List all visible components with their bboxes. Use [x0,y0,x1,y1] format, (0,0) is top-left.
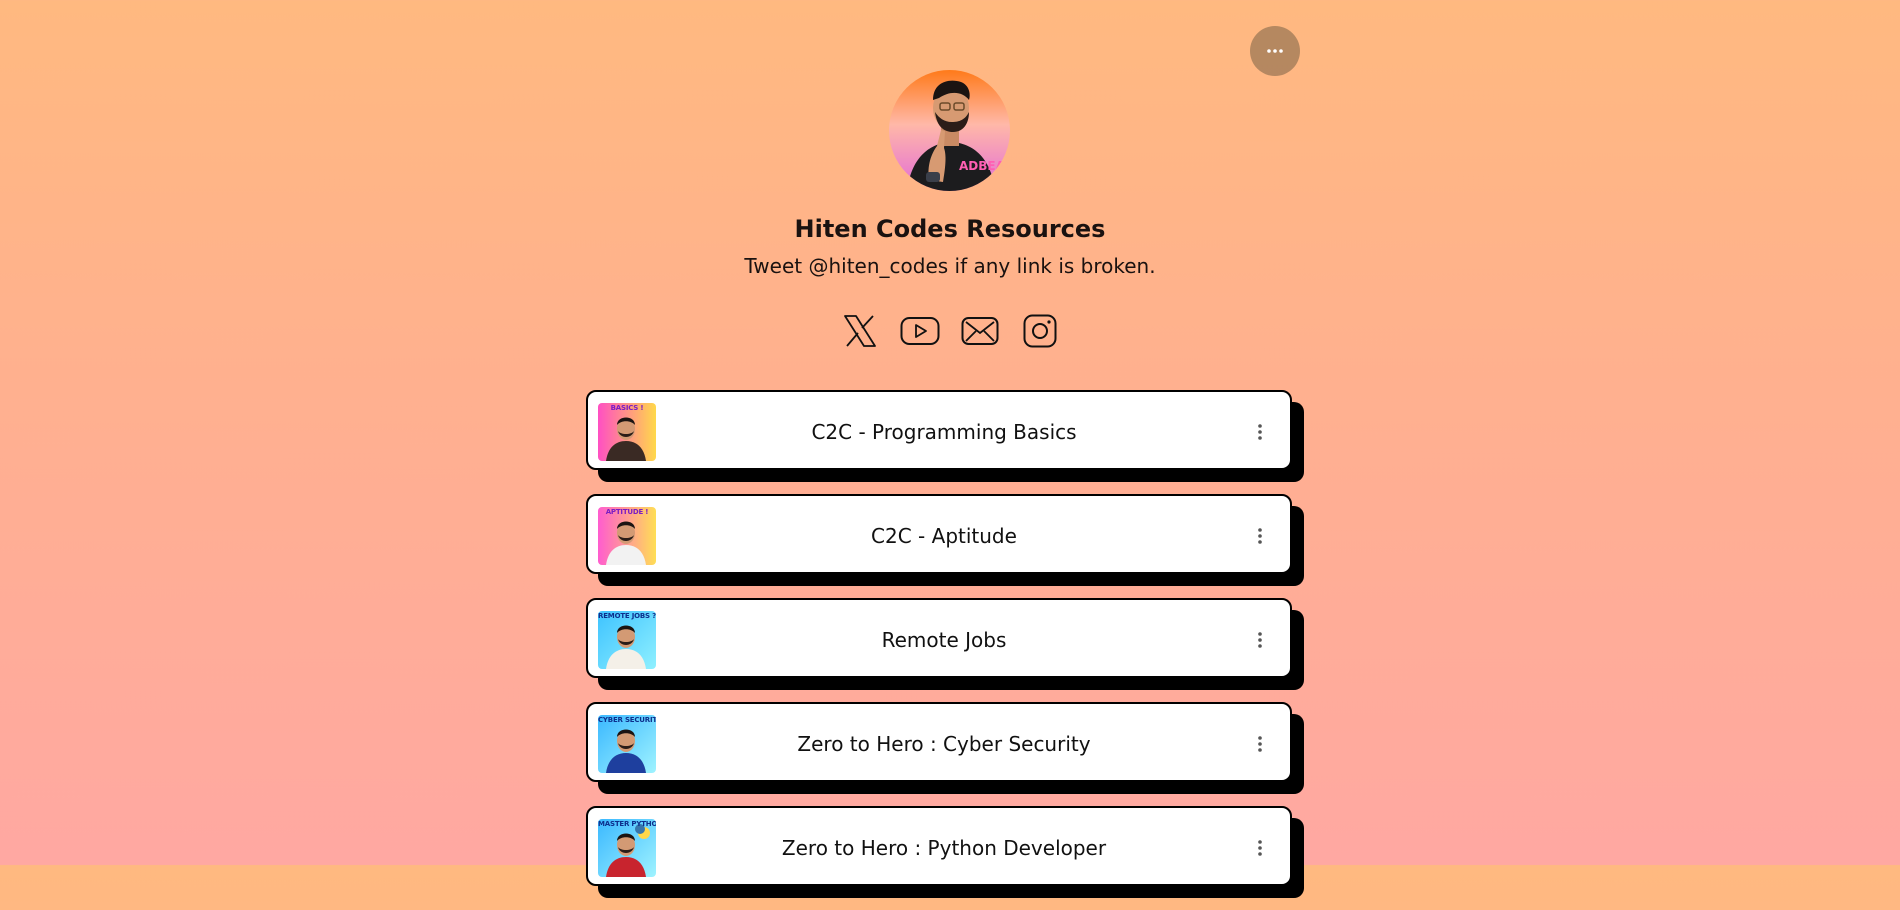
link-options-button[interactable] [1250,524,1270,548]
more-vertical-icon [1258,424,1262,440]
link-button[interactable]: BASICS ! C2C - Programming Basics [586,390,1292,470]
profile-bio: Tweet @hiten_codes if any link is broken… [744,254,1156,278]
link-label: Remote Jobs [881,628,1007,652]
link-thumbnail: MASTER PYTHON ! [598,819,656,877]
link-label: C2C - Programming Basics [811,420,1077,444]
more-horizontal-icon [1267,49,1283,53]
link-label: Zero to Hero : Cyber Security [797,732,1091,756]
more-vertical-icon [1258,840,1262,856]
link-thumbnail: REMOTE JOBS ? [598,611,656,669]
link-card[interactable]: CYBER SECURITY ! Zero to Hero : Cyber Se… [586,702,1304,794]
thumbnail-caption: BASICS ! [610,404,644,412]
x-twitter-icon [844,315,876,347]
link-label: C2C - Aptitude [871,524,1017,548]
thumbnail-caption: MASTER PYTHON ! [598,820,656,828]
youtube-link[interactable] [900,311,940,351]
svg-text:ADBEA: ADBEA [959,159,1006,173]
link-options-button[interactable] [1250,628,1270,652]
social-icons [840,311,1060,351]
link-card[interactable]: REMOTE JOBS ? Remote Jobs [586,598,1304,690]
email-link[interactable] [960,311,1000,351]
link-options-button[interactable] [1250,420,1270,444]
thumbnail-caption: CYBER SECURITY ! [598,716,656,724]
email-icon [961,317,999,345]
link-options-button[interactable] [1250,732,1270,756]
more-vertical-icon [1258,528,1262,544]
link-card[interactable]: APTITUDE ! C2C - Aptitude [586,494,1304,586]
x-twitter-link[interactable] [840,311,880,351]
thumbnail-caption: REMOTE JOBS ? [598,612,656,620]
youtube-icon [900,317,940,345]
profile-title: Hiten Codes Resources [794,215,1106,243]
link-button[interactable]: CYBER SECURITY ! Zero to Hero : Cyber Se… [586,702,1292,782]
instagram-icon [1023,314,1057,348]
instagram-link[interactable] [1020,311,1060,351]
link-list: BASICS ! C2C - Programming Basics APTITU… [586,390,1306,910]
avatar: ADBEA [889,70,1010,191]
link-options-button[interactable] [1250,836,1270,860]
more-vertical-icon [1258,632,1262,648]
link-card[interactable]: BASICS ! C2C - Programming Basics [586,390,1304,482]
link-button[interactable]: REMOTE JOBS ? Remote Jobs [586,598,1292,678]
link-thumbnail: BASICS ! [598,403,656,461]
link-thumbnail: CYBER SECURITY ! [598,715,656,773]
more-vertical-icon [1258,736,1262,752]
link-thumbnail: APTITUDE ! [598,507,656,565]
more-options-button[interactable] [1250,26,1300,76]
thumbnail-caption: APTITUDE ! [605,508,649,516]
link-label: Zero to Hero : Python Developer [781,836,1107,860]
link-card[interactable]: MASTER PYTHON ! Zero to Hero : Python De… [586,806,1304,898]
link-button[interactable]: APTITUDE ! C2C - Aptitude [586,494,1292,574]
link-button[interactable]: MASTER PYTHON ! Zero to Hero : Python De… [586,806,1292,886]
